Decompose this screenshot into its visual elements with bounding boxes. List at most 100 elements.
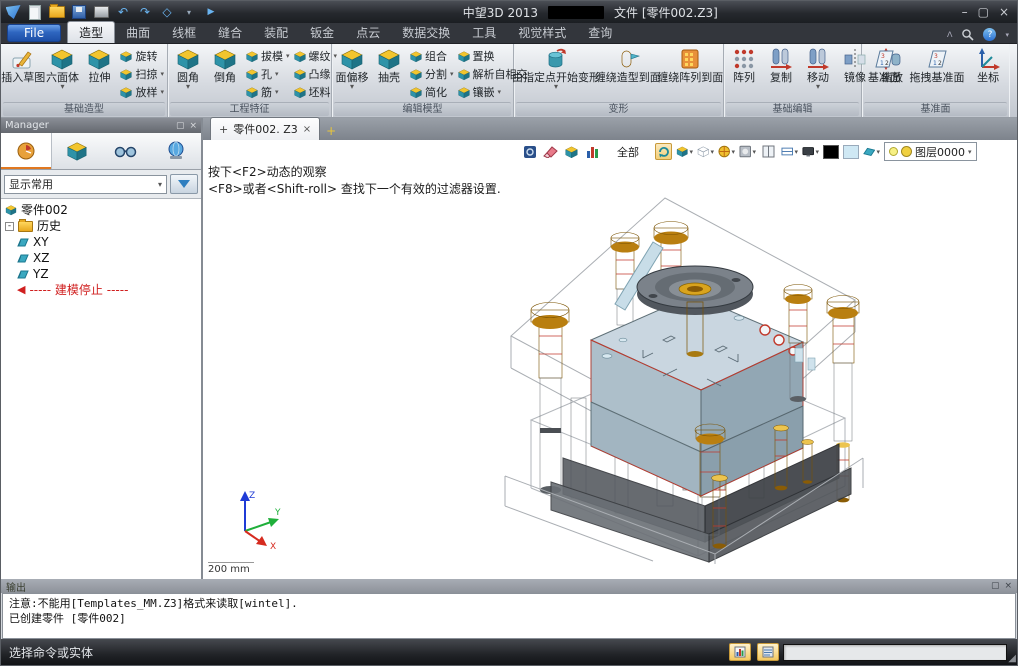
manager-tab-view[interactable] [151,133,201,169]
tab-stitch[interactable]: 缝合 [207,22,253,43]
align-view-icon[interactable] [781,143,798,160]
color-wheel-icon[interactable] [718,143,735,160]
output-maximize-icon[interactable]: ▢ [991,581,1000,591]
simplify-button[interactable]: 简化 [409,84,454,100]
sweep-button[interactable]: 扫掠 [119,66,164,82]
display-filter-select[interactable]: 显示常用 ▾ [4,175,167,194]
ribbon-collapse-icon[interactable]: ᐱ [947,30,952,39]
revolve-button[interactable]: 旋转 [119,48,164,64]
app-logo-icon[interactable] [5,4,21,20]
render-mode-icon[interactable] [739,143,756,160]
lip-button[interactable]: 凸缘 [293,66,338,82]
open-file-button[interactable] [49,4,65,20]
tree-item-root[interactable]: 零件002 [5,202,201,218]
locate-part-icon[interactable] [521,143,538,160]
save-button[interactable] [71,4,87,20]
shell-button[interactable]: 抽壳 [371,46,407,102]
tab-inquire[interactable]: 查询 [577,22,623,43]
deform-from-point-button[interactable]: 由指定点开始变形 ▾ [516,46,596,102]
pattern-button[interactable]: 阵列 [726,46,762,102]
manager-tab-history[interactable] [1,133,52,169]
redo-button[interactable]: ↷ [137,4,153,20]
tab-tools[interactable]: 工具 [461,22,507,43]
help-caret-icon[interactable]: ▾ [1005,31,1009,39]
minimize-button[interactable]: – [962,5,968,19]
resize-grip[interactable]: ◢ [1008,653,1016,664]
tab-shape[interactable]: 造型 [67,21,115,43]
qat-dropdown-caret-icon[interactable]: ▾ [181,4,197,20]
manager-close-icon[interactable]: × [189,121,197,131]
tree-item-plane-yz[interactable]: YZ [5,266,201,282]
draft-button[interactable]: 拔模 [245,48,290,64]
shape-palette-icon[interactable] [563,143,580,160]
viewport-layout-icon[interactable] [760,143,777,160]
tab-pointcloud[interactable]: 点云 [345,22,391,43]
face-style-icon[interactable] [863,143,880,160]
tab-surface[interactable]: 曲面 [115,22,161,43]
manager-maximize-icon[interactable]: ▢ [176,121,185,131]
3d-model-mold-assembly[interactable] [503,190,868,565]
box-button[interactable]: 六面体 ▾ [44,46,80,102]
rib-button[interactable]: 筋 [245,84,290,100]
fillet-button[interactable]: 圆角 ▾ [170,46,206,102]
dropdown-caret-icon[interactable]: ▾ [60,84,64,90]
dropdown-caret-icon[interactable]: ▾ [554,84,558,90]
shaded-display-icon[interactable] [676,143,693,160]
document-tab-active[interactable]: + 零件002. Z3 × [210,117,320,140]
tab-assembly[interactable]: 装配 [253,22,299,43]
output-log[interactable]: 注意:不能用[Templates_MM.Z3]格式来读取[wintel]. 已创… [2,593,1016,639]
copy-button[interactable]: 复制 [763,46,799,102]
tree-expander-icon[interactable]: - [5,222,14,231]
tree-item-plane-xz[interactable]: XZ [5,250,201,266]
output-close-icon[interactable]: × [1004,581,1012,591]
tab-sheetmetal[interactable]: 钣金 [299,22,345,43]
wrap-pattern-to-face-button[interactable]: 缠绕阵列到面 [660,46,722,102]
dropdown-caret-icon[interactable]: ▾ [350,84,354,90]
split-button[interactable]: 分割 [409,66,454,82]
new-tab-button[interactable]: + [326,124,336,140]
undo-button[interactable]: ↶ [115,4,131,20]
histogram-icon[interactable] [584,143,601,160]
filter-funnel-button[interactable] [170,174,198,194]
help-icon[interactable]: ? [983,28,996,41]
file-menu-button[interactable]: File [7,24,61,42]
tab-visual-style[interactable]: 视觉样式 [507,22,577,43]
close-button[interactable]: × [999,5,1009,19]
tab-close-icon[interactable]: × [303,124,311,135]
layer-combo[interactable]: 图层0000 ▾ [884,142,977,161]
wrap-shape-to-face-button[interactable]: 缠绕造型到面 [597,46,659,102]
manager-tab-visibility[interactable] [102,133,152,169]
loft-button[interactable]: 放样 [119,84,164,100]
selection-filter-button[interactable]: ◇ [159,4,175,20]
new-file-button[interactable] [27,4,43,20]
filter-scope-label[interactable]: 全部 [617,144,639,160]
output-toggle-button[interactable] [757,643,779,661]
dropdown-caret-icon[interactable]: ▾ [816,84,820,90]
background-color-swatch[interactable] [823,145,839,159]
drag-datum-plane-button[interactable]: 拖拽基准面 [906,46,967,102]
print-button[interactable] [93,4,109,20]
tree-item-plane-xy[interactable]: XY [5,234,201,250]
combine-button[interactable]: 组合 [409,48,454,64]
hole-button[interactable]: 孔 [245,66,290,82]
highlight-color-swatch[interactable] [843,145,859,159]
tree-item-rollback-marker[interactable]: ◀ ----- 建模停止 ----- [5,282,201,298]
face-offset-button[interactable]: 面偏移 ▾ [334,46,370,102]
play-button[interactable]: ▶ [203,4,219,20]
chamfer-button[interactable]: 倒角 [207,46,243,102]
dropdown-caret-icon[interactable]: ▾ [186,84,190,90]
wireframe-display-icon[interactable] [697,143,714,160]
tab-data-exchange[interactable]: 数据交换 [391,22,461,43]
graphics-viewport[interactable]: 全部 [202,140,1017,579]
maximize-button[interactable]: ▢ [978,5,989,19]
eraser-icon[interactable] [542,143,559,160]
move-button[interactable]: 移动 ▾ [800,46,836,102]
filter-list-button[interactable] [729,643,751,661]
layer-color-icon[interactable] [901,146,912,157]
rotate-view-icon[interactable] [655,143,672,160]
display-settings-icon[interactable] [802,143,819,160]
extrude-button[interactable]: 拉伸 [81,46,117,102]
csys-button[interactable]: 坐标 [970,46,1006,102]
tab-wireframe[interactable]: 线框 [161,22,207,43]
stock-button[interactable]: 坯料 [293,84,338,100]
